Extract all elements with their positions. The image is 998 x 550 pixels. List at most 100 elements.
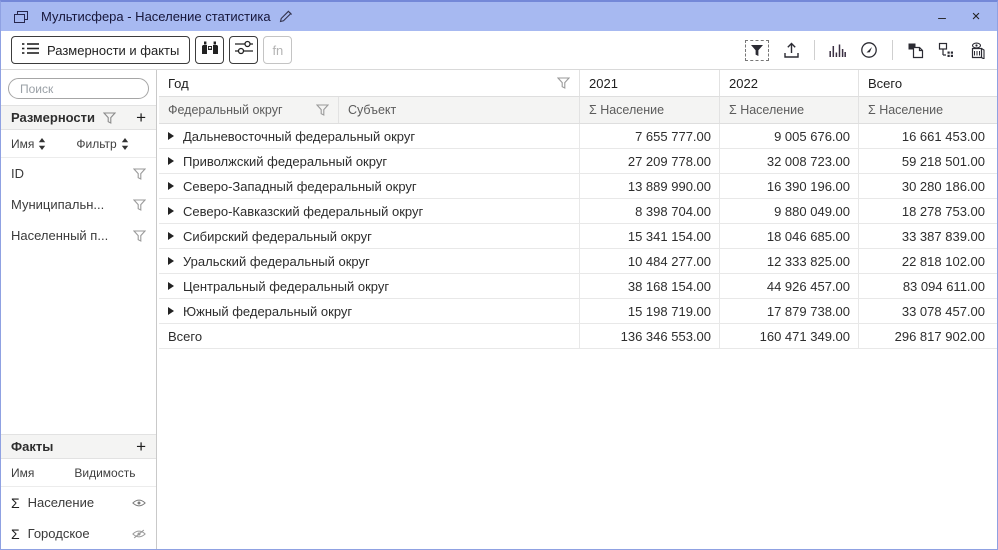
settings-sliders-button[interactable] [229, 36, 258, 64]
measure-header[interactable]: Σ Население [579, 97, 719, 123]
subject-header[interactable]: Субъект [338, 97, 579, 123]
value-cell: 8 398 704.00 [579, 199, 719, 223]
total-value-cell: 160 471 349.00 [719, 324, 858, 348]
sigma-icon: Σ [11, 526, 20, 542]
expand-arrow-icon[interactable] [168, 157, 174, 165]
value-cell: 27 209 778.00 [579, 149, 719, 173]
value-cell: 30 280 186.00 [858, 174, 993, 198]
dimension-item[interactable]: Муниципальн... [1, 189, 156, 220]
value-cell: 10 484 277.00 [579, 249, 719, 273]
year-dimension-cell[interactable]: Год [159, 70, 579, 96]
expand-arrow-icon[interactable] [168, 257, 174, 265]
row-label: Дальневосточный федеральный округ [183, 129, 415, 144]
toolbar-separator [892, 40, 893, 60]
value-cell: 7 655 777.00 [579, 124, 719, 148]
filter-toggle-icon[interactable] [745, 40, 769, 61]
toolbar-right-group [745, 40, 987, 61]
total-value-cell: 296 817 902.00 [858, 324, 993, 348]
dimensions-title: Размерности [11, 110, 95, 125]
total-value-cell: 136 346 553.00 [579, 324, 719, 348]
facts-title: Факты [11, 439, 53, 454]
column-header-total[interactable]: Всего [858, 70, 993, 96]
toolbar-separator [814, 40, 815, 60]
table-row: Дальневосточный федеральный округ 7 655 … [159, 124, 997, 149]
edit-title-pencil-icon[interactable] [279, 10, 294, 23]
expand-arrow-icon[interactable] [168, 307, 174, 315]
dimension-filter-icon[interactable] [133, 199, 146, 211]
copy-sheets-icon[interactable] [907, 42, 924, 59]
row-label: Северо-Западный федеральный округ [183, 179, 417, 194]
value-cell: 9 005 676.00 [719, 124, 858, 148]
list-icon [22, 42, 39, 58]
expand-arrow-icon[interactable] [168, 282, 174, 290]
dimension-item[interactable]: ID [1, 158, 156, 189]
dimension-filter-icon[interactable] [133, 230, 146, 242]
row-label: Центральный федеральный округ [183, 279, 389, 294]
row-label: Уральский федеральный округ [183, 254, 370, 269]
add-dimension-button[interactable]: + [136, 109, 146, 126]
toolbar: Размерности и факты fn [1, 31, 997, 70]
fn-formula-button[interactable]: fn [263, 36, 292, 64]
row-label: Приволжский федеральный округ [183, 154, 387, 169]
row-label: Сибирский федеральный округ [183, 229, 372, 244]
total-row: Всего 136 346 553.00 160 471 349.00 296 … [159, 324, 997, 349]
hierarchy-icon[interactable] [938, 42, 955, 58]
value-cell: 18 046 685.00 [719, 224, 858, 248]
value-cell: 15 198 719.00 [579, 299, 719, 323]
dimensions-facts-button[interactable]: Размерности и факты [11, 36, 190, 64]
expand-arrow-icon[interactable] [168, 132, 174, 140]
value-cell: 33 078 457.00 [858, 299, 993, 323]
federal-district-filter-icon[interactable] [316, 104, 329, 116]
dimension-item[interactable]: Населенный п... [1, 220, 156, 251]
dimension-filter-icon[interactable] [133, 168, 146, 180]
add-fact-button[interactable]: + [136, 438, 146, 455]
facts-section-header: Факты + [1, 434, 156, 459]
value-cell: 16 661 453.00 [858, 124, 993, 148]
window-title: Мультисфера - Население статистика [41, 9, 271, 24]
fact-item[interactable]: Σ Городское [1, 518, 156, 549]
expand-arrow-icon[interactable] [168, 232, 174, 240]
column-header-2022[interactable]: 2022 [719, 70, 858, 96]
visibility-off-icon[interactable] [132, 529, 146, 539]
export-icon[interactable] [783, 42, 800, 59]
total-row-label: Всего [168, 329, 202, 344]
column-header-2021[interactable]: 2021 [579, 70, 719, 96]
search-input[interactable] [8, 78, 149, 99]
sort-by-name[interactable]: Имя [11, 137, 46, 151]
value-cell: 44 926 457.00 [719, 274, 858, 298]
expand-arrow-icon[interactable] [168, 182, 174, 190]
fact-item[interactable]: Σ Население [1, 487, 156, 518]
row-label: Южный федеральный округ [183, 304, 352, 319]
value-cell: 18 278 753.00 [858, 199, 993, 223]
sort-by-filter[interactable]: Фильтр [76, 137, 128, 151]
measure-header[interactable]: Σ Население [719, 97, 858, 123]
facts-col-visibility: Видимость [74, 466, 135, 480]
table-row: Южный федеральный округ 15 198 719.00 17… [159, 299, 997, 324]
table-row: Северо-Западный федеральный округ 13 889… [159, 174, 997, 199]
pivot-table: Год 2021 2022 Всего Федеральный округ Су… [157, 70, 997, 549]
table-row: Уральский федеральный округ 10 484 277.0… [159, 249, 997, 274]
measures-visibility-icon[interactable] [969, 42, 987, 59]
value-cell: 32 008 723.00 [719, 149, 858, 173]
dimensions-columns-header: Имя Фильтр [1, 130, 156, 158]
visibility-on-icon[interactable] [132, 498, 146, 508]
search-binoculars-button[interactable] [195, 36, 224, 64]
bar-chart-icon[interactable] [829, 43, 846, 58]
dimensions-section-header: Размерности + [1, 105, 156, 130]
table-row: Приволжский федеральный округ 27 209 778… [159, 149, 997, 174]
title-bar: Мультисфера - Население статистика – × [1, 2, 997, 31]
sort-icon [121, 138, 129, 150]
expand-arrow-icon[interactable] [168, 207, 174, 215]
binoculars-icon [201, 40, 219, 60]
value-cell: 17 879 738.00 [719, 299, 858, 323]
close-button[interactable]: × [959, 4, 993, 29]
compass-icon[interactable] [860, 41, 878, 59]
federal-district-header[interactable]: Федеральный округ [159, 97, 338, 123]
dimensions-filter-icon[interactable] [103, 112, 116, 124]
minimize-button[interactable]: – [925, 4, 959, 29]
value-cell: 15 341 154.00 [579, 224, 719, 248]
value-cell: 13 889 990.00 [579, 174, 719, 198]
measure-header[interactable]: Σ Население [858, 97, 993, 123]
year-filter-icon[interactable] [557, 77, 570, 89]
app-window: Мультисфера - Население статистика – × Р… [0, 0, 998, 550]
